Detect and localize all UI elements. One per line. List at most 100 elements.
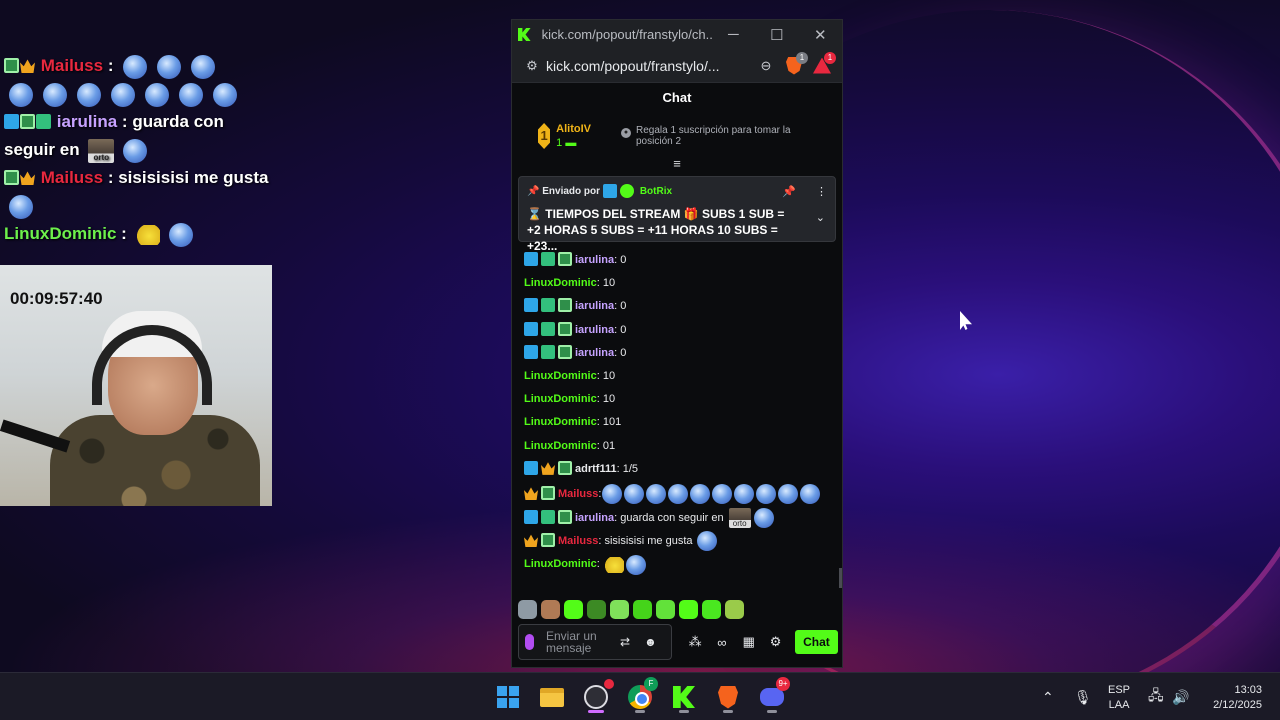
file-explorer-button[interactable] xyxy=(536,681,568,713)
address-bar[interactable]: ⚙ kick.com/popout/franstylo/... ⊖ 1 1 xyxy=(512,49,842,83)
microphone-icon[interactable] xyxy=(525,634,534,650)
kick-emote-icon[interactable] xyxy=(610,599,629,619)
chat-username[interactable]: LinuxDominic xyxy=(524,370,597,382)
brave-button[interactable] xyxy=(712,681,744,713)
chat-username[interactable]: iarulina xyxy=(575,512,614,524)
send-chat-button[interactable]: Chat xyxy=(794,630,838,654)
kick-button[interactable] xyxy=(668,681,700,713)
brave-shields-button[interactable]: 1 xyxy=(780,51,808,78)
chat-message: iarulina: 0 xyxy=(524,319,834,342)
active-indicator xyxy=(588,710,604,713)
window-title: kick.com/popout/franstylo/ch... xyxy=(541,27,712,42)
chrome-button[interactable]: F xyxy=(624,677,658,713)
translate-icon[interactable]: ⇄ xyxy=(620,635,630,649)
stream-timer: 00:09:57:40 xyxy=(10,289,103,308)
chat-message: iarulina: guarda con seguir en orto xyxy=(524,507,834,530)
site-settings-icon[interactable]: ⚙ xyxy=(518,58,546,74)
emote-icon xyxy=(123,138,148,163)
emote-icon xyxy=(778,484,799,505)
discord-button[interactable]: 9+ xyxy=(756,677,790,713)
running-indicator xyxy=(723,710,733,713)
system-clock[interactable]: 13:03 2/12/2025 xyxy=(1200,683,1262,713)
chat-message: adrtf111: 1/5 xyxy=(524,458,834,481)
emote-icon xyxy=(123,54,148,79)
store-icon[interactable]: ▦ xyxy=(735,634,762,650)
unpin-icon[interactable]: 📌 xyxy=(782,185,796,198)
collapse-toggle-icon[interactable]: ≡ xyxy=(512,157,842,173)
bot-badge-icon xyxy=(602,184,617,198)
close-button[interactable]: ✕ xyxy=(799,20,842,49)
bot-badge-icon xyxy=(524,460,538,475)
emote-icon xyxy=(646,484,667,505)
window-titlebar[interactable]: kick.com/popout/franstylo/ch... ─ ☐ ✕ xyxy=(512,20,842,49)
kick-emote-icon[interactable] xyxy=(702,599,721,619)
chat-input-placeholder[interactable]: Enviar un mensaje xyxy=(546,630,606,654)
chat-username[interactable]: iarulina xyxy=(575,300,614,312)
chat-username[interactable]: LinuxDominic xyxy=(524,558,597,570)
clock-time: 13:03 xyxy=(1234,684,1262,696)
chat-message: Mailuss: xyxy=(524,481,834,507)
overlay-message: sisisisisi me gusta xyxy=(113,168,269,187)
kick-emote-icon[interactable] xyxy=(633,599,652,619)
url-text[interactable]: kick.com/popout/franstylo/... xyxy=(546,58,752,74)
connections-icon[interactable]: ⁂ xyxy=(682,634,709,650)
chat-text: : 0 xyxy=(614,254,627,266)
subscriber-badge-icon xyxy=(541,533,555,548)
pinned-text: ⌛ TIEMPOS DEL STREAM 🎁 SUBS 1 SUB = +2 H… xyxy=(527,207,785,253)
show-hidden-icons-button[interactable]: ⌃ xyxy=(1042,673,1054,720)
start-button[interactable] xyxy=(492,681,524,713)
emote-icon xyxy=(43,82,67,107)
emoji-icon[interactable]: ☻ xyxy=(644,635,657,649)
network-icon[interactable]: 🖧 xyxy=(1148,673,1164,720)
kick-emote-icon[interactable] xyxy=(656,599,675,619)
cat-emote-icon[interactable] xyxy=(518,599,537,619)
chat-popout-window[interactable]: kick.com/popout/franstylo/ch... ─ ☐ ✕ ⚙ … xyxy=(511,19,843,668)
chat-username[interactable]: Mailuss xyxy=(558,488,598,500)
chat-message: iarulina: 0 xyxy=(524,295,834,318)
chat-username[interactable]: iarulina xyxy=(575,347,614,359)
subscriber-badge-icon xyxy=(558,298,572,313)
chat-scrollbar[interactable] xyxy=(839,568,842,588)
chat-username[interactable]: Mailuss xyxy=(558,535,598,547)
verified-icon xyxy=(619,184,634,198)
chat-username[interactable]: LinuxDominic xyxy=(524,440,597,452)
kick-emote-icon[interactable] xyxy=(587,599,606,619)
kick-emote-icon[interactable] xyxy=(725,599,744,619)
chat-username[interactable]: iarulina xyxy=(575,254,614,266)
chat-username[interactable]: iarulina xyxy=(575,324,614,336)
chat-message: LinuxDominic: xyxy=(524,553,834,576)
obs-button[interactable] xyxy=(580,679,614,713)
duck-emote-icon xyxy=(135,224,160,245)
emote-icon xyxy=(734,484,755,505)
chat-username[interactable]: LinuxDominic xyxy=(524,416,597,428)
zoom-icon[interactable]: ⊖ xyxy=(752,58,780,74)
running-indicator xyxy=(767,710,777,713)
overlay-username: Mailuss xyxy=(40,56,104,75)
infinity-icon[interactable]: ∞ xyxy=(709,635,736,650)
face-emote-icon[interactable] xyxy=(541,599,560,619)
maximize-button[interactable]: ☐ xyxy=(755,20,798,49)
input-language[interactable]: ESP LAA xyxy=(1108,683,1130,713)
gift-leaderboard[interactable]: 1 AlitoIV 1 ▬ ● Regala 1 suscripción par… xyxy=(512,113,842,159)
og-badge-icon xyxy=(541,321,555,336)
chat-input[interactable]: Enviar un mensaje ⇄ ☻ xyxy=(518,624,672,660)
chat-username[interactable]: LinuxDominic xyxy=(524,393,597,405)
pinned-message[interactable]: 📌 Enviado por BotRix 📌 ⋮ ⌛ TIEMPOS DEL S… xyxy=(518,176,836,253)
chat-text: : 0 xyxy=(614,346,627,359)
more-options-icon[interactable]: ⋮ xyxy=(816,185,827,198)
minimize-button[interactable]: ─ xyxy=(712,20,755,49)
pinned-bot-name[interactable]: BotRix xyxy=(640,186,672,197)
emote-icon xyxy=(668,484,689,505)
chevron-down-icon[interactable]: ⌄ xyxy=(816,211,825,224)
chat-message: LinuxDominic: 10 xyxy=(524,272,834,295)
volume-icon[interactable]: 🔊 xyxy=(1172,673,1189,720)
microphone-tray-icon[interactable]: 🎙 xyxy=(1074,673,1092,720)
settings-icon[interactable]: ⚙ xyxy=(762,634,789,650)
kick-emote-icon[interactable] xyxy=(564,599,583,619)
chat-username[interactable]: adrtf111 xyxy=(575,463,617,475)
chat-username[interactable]: LinuxDominic xyxy=(524,277,597,289)
overlay-line: iarulina : guarda con seguir en orto xyxy=(4,108,272,164)
brave-rewards-button[interactable]: 1 xyxy=(808,51,836,78)
leaderboard-username[interactable]: AlitoIV xyxy=(556,122,591,136)
kick-emote-icon[interactable] xyxy=(679,599,698,619)
